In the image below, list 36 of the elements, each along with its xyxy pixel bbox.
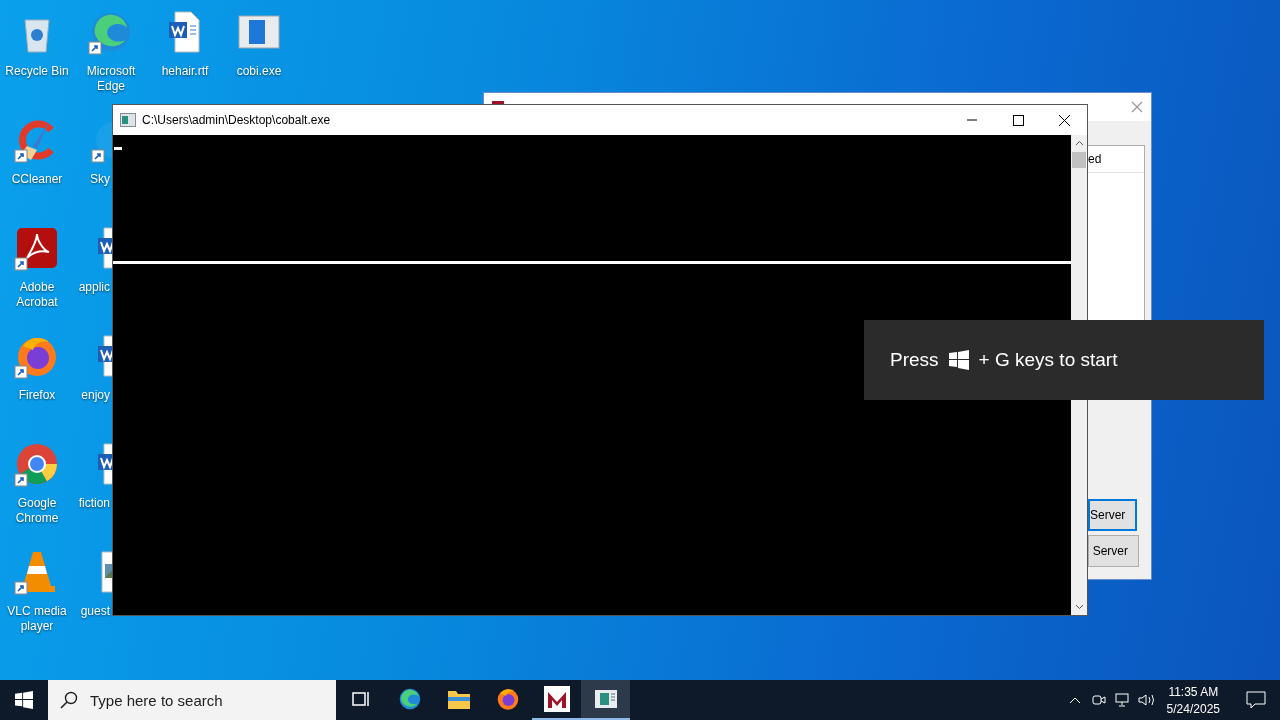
scroll-thumb[interactable] xyxy=(1072,152,1086,168)
icon-label: hehair.rtf xyxy=(160,64,210,79)
toast-text: Press xyxy=(890,349,939,371)
toast-text: + G keys to start xyxy=(978,349,1118,371)
notification-icon xyxy=(1246,691,1266,709)
taskbar-button[interactable] xyxy=(581,680,630,720)
icon-label: VLC media player xyxy=(6,604,68,634)
search-bar[interactable]: Type here to search xyxy=(48,680,336,720)
window-title: C:\Users\admin\Desktop\cobalt.exe xyxy=(142,113,332,127)
icon-label: Sky xyxy=(89,172,110,187)
icon-label: CCleaner xyxy=(10,172,64,187)
icon-label: Firefox xyxy=(17,388,57,403)
icon-label: applic xyxy=(77,280,110,295)
icon-label: Google Chrome xyxy=(14,496,60,526)
console-icon xyxy=(593,688,618,710)
clock[interactable]: 11:35 AM 5/24/2025 xyxy=(1158,684,1232,716)
windows-icon xyxy=(15,691,33,709)
server-button[interactable]: Server xyxy=(1088,535,1139,567)
task-view-icon xyxy=(350,689,371,709)
icon-label: cobi.exe xyxy=(235,64,283,79)
app-icon xyxy=(543,686,570,712)
icon-label: Microsoft Edge xyxy=(85,64,137,94)
close-icon[interactable] xyxy=(1131,101,1143,113)
server-button[interactable]: Server xyxy=(1088,499,1137,531)
folder-icon xyxy=(446,688,471,710)
search-field[interactable]: Type here to search xyxy=(88,690,312,710)
console-icon xyxy=(120,113,136,127)
icon-label: guest xyxy=(79,604,110,619)
windows-key-icon xyxy=(948,350,969,370)
maximize-icon xyxy=(1012,114,1024,126)
close-icon xyxy=(1058,114,1070,126)
icon-label: Recycle Bin xyxy=(4,64,70,79)
icon-label: Adobe Acrobat xyxy=(15,280,59,310)
search-icon xyxy=(60,691,78,709)
icon-label: fiction xyxy=(77,496,110,511)
icon-label: enjoy xyxy=(80,388,110,403)
